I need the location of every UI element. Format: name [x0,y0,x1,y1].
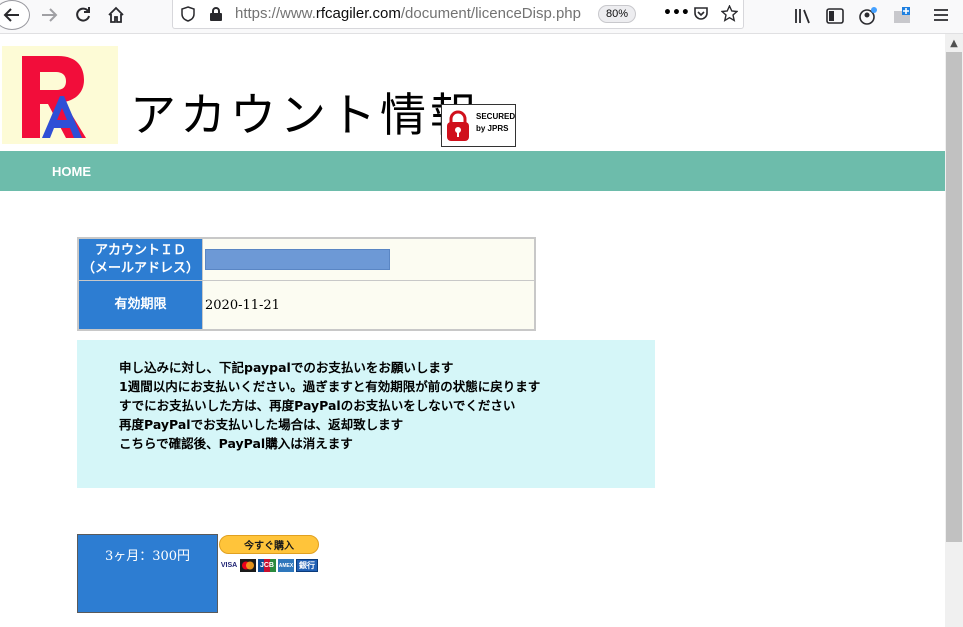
scroll-up-icon[interactable]: ▲ [945,34,963,52]
account-id-label: アカウントＩＤ （メールアドレス） [79,239,202,281]
account-info-table: アカウントＩＤ （メールアドレス） 有効期限 2020-11-21 [77,237,536,331]
account-icon[interactable] [858,6,878,26]
bank-transfer-icon: 銀行 [296,559,318,572]
arrow-right-icon [42,8,58,22]
pocket-icon[interactable] [693,6,709,22]
paypal-buy-now-button[interactable]: 今すぐ購入 [219,535,319,554]
seal-line2: by JPRS [476,124,509,133]
reload-icon [76,7,90,22]
arrow-left-icon [3,8,19,22]
notice-line: すでにお支払いした方は、再度PayPalのお支払いをしないでください [119,398,516,413]
notice-line: 再度PayPalでお支払いした場合は、返却致します [119,417,404,432]
jcb-icon: JCB [258,559,276,572]
library-icon[interactable] [794,8,812,24]
home-button[interactable] [104,2,128,28]
account-id-value [202,239,534,281]
visa-icon: VISA [220,559,238,572]
nav-bar: HOME [0,151,945,191]
url-text: https://www.rfcagiler.com/document/licen… [235,5,581,22]
extension-icon[interactable] [892,5,912,25]
page-actions-icon[interactable]: ••• [663,5,690,21]
redacted-email [205,249,390,270]
back-button[interactable] [0,0,30,30]
payment-card-icons: VISA JCB AMEX 銀行 [220,559,318,572]
menu-icon[interactable] [933,8,949,22]
url-bar[interactable]: https://www.rfcagiler.com/document/licen… [172,0,744,29]
notice-line: 申し込みに対し、下記paypalでのお支払いをお願いします [119,360,454,375]
seal-line1: SECURED [476,112,516,121]
page-title: アカウント情報 [130,88,480,142]
shield-icon [181,6,195,22]
mastercard-icon [240,559,256,572]
plan-label: 3ヶ月：300円 [104,549,191,564]
table-row: アカウントＩＤ （メールアドレス） [79,239,534,281]
padlock-seal-icon [447,110,469,141]
nav-home-link[interactable]: HOME [52,164,91,179]
browser-toolbar: https://www.rfcagiler.com/document/licen… [0,0,963,34]
forward-button[interactable] [38,2,60,28]
ra-logo-mark [22,56,86,138]
lock-icon [210,7,222,21]
home-icon [108,6,124,23]
jprs-secured-seal[interactable]: SECURED by JPRS [441,104,516,147]
expiry-label: 有効期限 [79,281,202,329]
scroll-thumb[interactable] [946,52,962,542]
zoom-level-badge[interactable]: 80% [598,5,636,23]
site-logo [2,46,118,144]
amex-icon: AMEX [278,559,294,572]
payment-notice: 申し込みに対し、下記paypalでのお支払いをお願いします 1週間以内にお支払い… [77,340,655,488]
plan-box: 3ヶ月：300円 [77,534,218,613]
notice-line: こちらで確認後、PayPal購入は消えます [119,436,353,451]
notice-line: 1週間以内にお支払いください。過ぎますと有効期限が前の状態に戻ります [119,379,541,394]
bookmark-star-icon[interactable] [721,5,738,22]
sidebar-icon[interactable] [826,8,844,24]
expiry-value: 2020-11-21 [202,281,534,329]
reload-button[interactable] [72,2,94,28]
page-scrollbar[interactable]: ▲ [945,34,963,627]
table-row: 有効期限 2020-11-21 [79,281,534,329]
